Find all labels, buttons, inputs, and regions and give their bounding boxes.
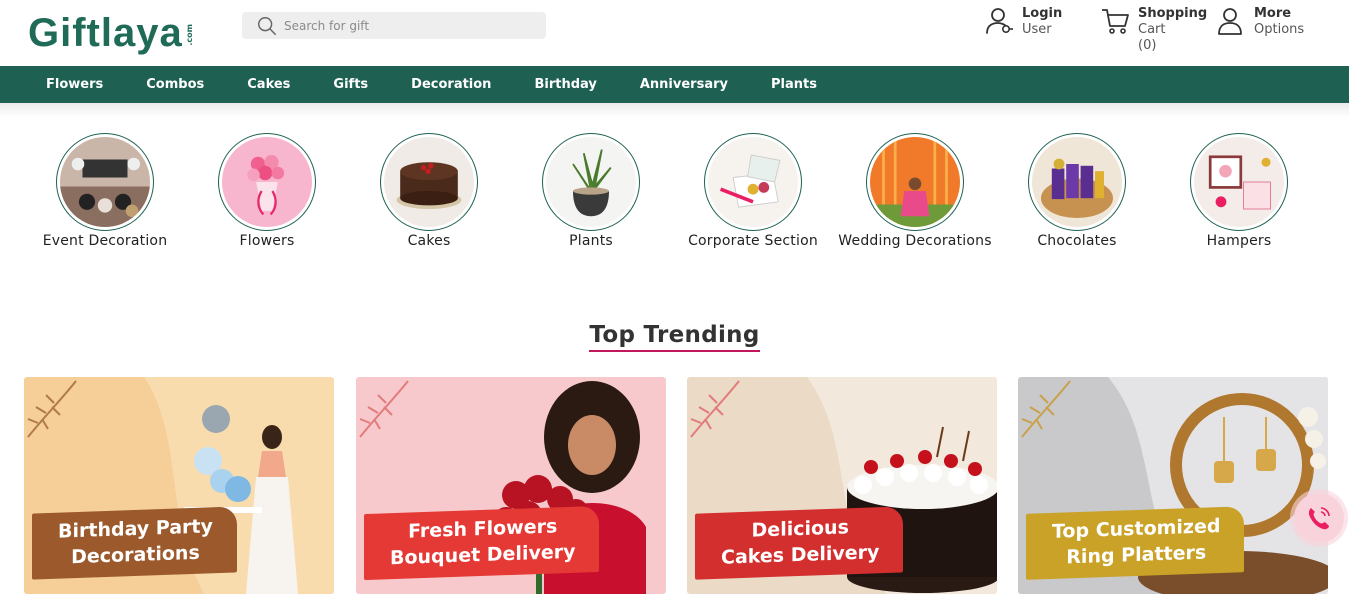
phone-icon: [1308, 507, 1330, 530]
category-label: Chocolates: [1037, 233, 1117, 249]
category-hampers[interactable]: Hampers: [1159, 133, 1319, 250]
category-label: Hampers: [1206, 233, 1272, 249]
category-label: Event Decoration: [42, 233, 168, 249]
category-image: [1028, 133, 1126, 231]
call-button[interactable]: [1294, 493, 1344, 543]
user-login-icon: [986, 8, 1013, 34]
nav-item-flowers[interactable]: Flowers: [24, 77, 124, 92]
more-options-button[interactable]: More Options: [1216, 6, 1304, 38]
search-icon[interactable]: [256, 15, 278, 37]
trending-card-ring-platters[interactable]: Top Customized Ring Platters: [1018, 377, 1328, 594]
card-title-line2: Cakes Delivery: [721, 541, 880, 569]
category-image: [380, 133, 478, 231]
category-event-decoration[interactable]: Event Decoration: [25, 133, 185, 250]
card-title-line2: Bouquet Delivery: [390, 540, 576, 570]
category-image: [218, 133, 316, 231]
site-header: Giftlaya .com Login User Shopping Cart: [0, 0, 1349, 66]
more-subtitle: Options: [1254, 22, 1305, 37]
user-icon: [1218, 8, 1242, 35]
trending-card-birthday-decorations[interactable]: Birthday Party Decorations: [24, 377, 334, 594]
login-button[interactable]: Login User: [984, 6, 1062, 38]
nav-shadow: [0, 103, 1349, 117]
category-label: Plants: [569, 233, 613, 249]
category-flowers[interactable]: Flowers: [187, 133, 347, 250]
category-image: [56, 133, 154, 231]
category-image: [866, 133, 964, 231]
cart-count: (0): [1138, 38, 1157, 53]
card-ribbon: Delicious Cakes Delivery: [695, 506, 904, 580]
category-label: Wedding Decorations: [838, 233, 992, 249]
category-image: [704, 133, 802, 231]
search-input[interactable]: [284, 18, 534, 33]
trending-card-fresh-flowers[interactable]: Fresh Flowers Bouquet Delivery: [356, 377, 666, 594]
category-label: Cakes: [407, 233, 451, 249]
category-chocolates[interactable]: Chocolates: [997, 133, 1157, 250]
card-ribbon: Top Customized Ring Platters: [1026, 506, 1245, 580]
cart-title: Shopping: [1138, 6, 1208, 21]
login-subtitle: User: [1022, 22, 1052, 37]
cart-icon: [1102, 9, 1129, 34]
card-title-line2: Decorations: [71, 541, 200, 569]
card-ribbon: Birthday Party Decorations: [32, 506, 237, 580]
login-title: Login: [1022, 6, 1063, 21]
trending-card-delicious-cakes[interactable]: Delicious Cakes Delivery: [687, 377, 997, 594]
nav-item-decoration[interactable]: Decoration: [389, 77, 512, 92]
nav-item-combos[interactable]: Combos: [124, 77, 225, 92]
top-trending-heading: Top Trending: [589, 322, 760, 352]
logo-suffix: .com: [184, 24, 194, 46]
category-wedding-decorations[interactable]: Wedding Decorations: [835, 133, 995, 250]
nav-item-anniversary[interactable]: Anniversary: [618, 77, 749, 92]
category-label: Corporate Section: [688, 233, 818, 249]
cart-subtitle: Cart: [1138, 22, 1166, 37]
section-title: Top Trending: [0, 322, 1349, 352]
site-logo[interactable]: Giftlaya .com: [28, 8, 194, 56]
nav-item-gifts[interactable]: Gifts: [311, 77, 389, 92]
main-nav: Flowers Combos Cakes Gifts Decoration Bi…: [0, 66, 1349, 103]
category-image: [1190, 133, 1288, 231]
card-ribbon: Fresh Flowers Bouquet Delivery: [364, 505, 600, 581]
category-cakes[interactable]: Cakes: [349, 133, 509, 250]
logo-text: Giftlaya: [28, 11, 183, 55]
card-title-line2: Ring Platters: [1066, 541, 1207, 569]
category-label: Flowers: [239, 233, 295, 249]
category-image: [542, 133, 640, 231]
nav-item-birthday[interactable]: Birthday: [512, 77, 617, 92]
search-bar: [242, 12, 546, 39]
category-corporate-section[interactable]: Corporate Section: [673, 133, 833, 250]
nav-item-cakes[interactable]: Cakes: [225, 77, 311, 92]
nav-item-plants[interactable]: Plants: [749, 77, 838, 92]
category-plants[interactable]: Plants: [511, 133, 671, 250]
more-title: More: [1254, 6, 1292, 21]
shopping-cart-button[interactable]: Shopping Cart (0): [1100, 6, 1207, 54]
